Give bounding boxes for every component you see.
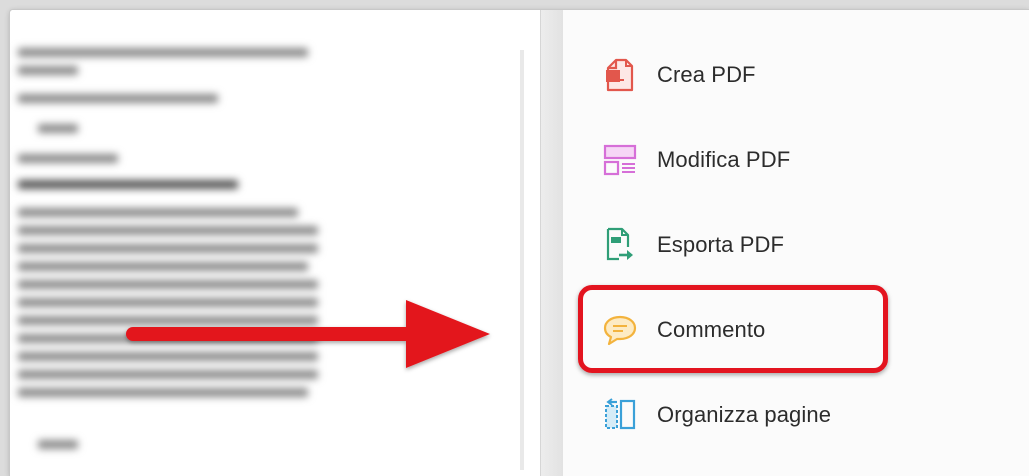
export-pdf-icon [603, 227, 637, 262]
tool-label: Esporta PDF [657, 232, 785, 257]
document-preview [10, 10, 555, 476]
tools-panel: Crea PDF Modifica PDF Esporta PDF Commen… [563, 10, 1029, 476]
blurred-document-text [18, 30, 338, 470]
tool-label: Modifica PDF [657, 147, 791, 172]
organize-pages-icon [603, 398, 637, 432]
tool-label: Crea PDF [657, 62, 756, 87]
document-scrollbar[interactable] [520, 50, 524, 470]
edit-pdf-icon [603, 143, 637, 177]
tool-export-pdf[interactable]: Esporta PDF [603, 221, 933, 269]
window-frame: Crea PDF Modifica PDF Esporta PDF Commen… [10, 10, 1029, 476]
pane-splitter[interactable] [540, 10, 564, 476]
pointer-arrow-icon [126, 300, 490, 368]
comment-highlight-box [578, 285, 888, 373]
tool-edit-pdf[interactable]: Modifica PDF [603, 136, 933, 184]
create-pdf-icon [603, 58, 637, 92]
tool-organize-pages[interactable]: Organizza pagine [603, 391, 933, 439]
tool-create-pdf[interactable]: Crea PDF [603, 51, 933, 99]
tool-label: Organizza pagine [657, 402, 832, 427]
